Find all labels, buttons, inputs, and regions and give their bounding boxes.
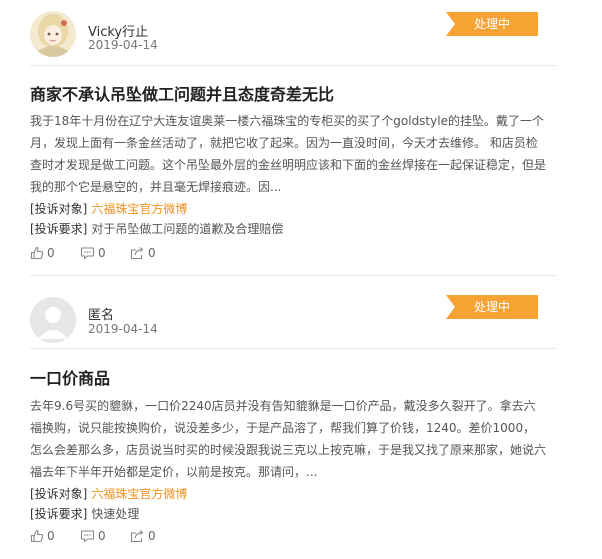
username[interactable]: 匿名 (88, 304, 114, 323)
divider (30, 65, 556, 66)
share-icon (130, 247, 144, 260)
comment-count: 0 (98, 529, 106, 543)
complaint-request: 快速处理 (91, 507, 140, 521)
share-icon (130, 530, 144, 543)
complaint-request-row: [投诉要求] 对于吊坠做工问题的道歉及合理赔偿 (30, 220, 283, 237)
thumbs-up-icon (30, 246, 44, 260)
complaint-target-row: [投诉对象] 六福珠宝官方微博 (30, 200, 187, 217)
like-button[interactable]: 0 (30, 529, 80, 543)
post-date: 2019-04-14 (88, 38, 158, 52)
complaint-request-row: [投诉要求] 快速处理 (30, 505, 139, 522)
complaint-body[interactable]: 我于18年十月份在辽宁大连友谊奥莱一楼六福珠宝的专柜买的买了个goldstyle… (30, 110, 546, 198)
comment-button[interactable]: 0 (80, 529, 130, 543)
complaint-request: 对于吊坠做工问题的道歉及合理赔偿 (91, 222, 284, 236)
comment-icon (80, 530, 95, 543)
avatar[interactable] (30, 11, 76, 57)
complaint-target-label: [投诉对象] (30, 487, 88, 501)
like-count: 0 (47, 529, 55, 543)
like-count: 0 (47, 246, 55, 260)
thumbs-up-icon (30, 529, 44, 543)
complaint-card: Vicky行止 2019-04-14 处理中 商家不承认吊坠做工问题并且态度奇差… (0, 0, 602, 282)
share-count: 0 (148, 246, 156, 260)
divider (30, 348, 556, 349)
comment-count: 0 (98, 246, 106, 260)
avatar[interactable] (30, 297, 76, 343)
complaint-target-label: [投诉对象] (30, 202, 88, 216)
action-bar: 0 0 0 (30, 246, 180, 260)
comment-icon (80, 247, 95, 260)
complaint-card: 匿名 2019-04-14 处理中 一口价商品 去年9.6号买的貔貅，一口价22… (0, 290, 602, 559)
share-button[interactable]: 0 (130, 529, 180, 543)
complaint-target-row: [投诉对象] 六福珠宝官方微博 (30, 485, 187, 502)
complaint-target-link[interactable]: 六福珠宝官方微博 (91, 202, 187, 216)
complaint-title[interactable]: 商家不承认吊坠做工问题并且态度奇差无比 (30, 81, 334, 105)
like-button[interactable]: 0 (30, 246, 80, 260)
complaint-body[interactable]: 去年9.6号买的貔貅，一口价2240店员并没有告知貔貅是一口价产品，戴没多久裂开… (30, 395, 546, 483)
comment-button[interactable]: 0 (80, 246, 130, 260)
card-separator (30, 275, 556, 276)
share-button[interactable]: 0 (130, 246, 180, 260)
share-count: 0 (148, 529, 156, 543)
post-date: 2019-04-14 (88, 322, 158, 336)
status-badge: 处理中 (446, 12, 538, 36)
complaint-title[interactable]: 一口价商品 (30, 365, 110, 389)
complaint-request-label: [投诉要求] (30, 222, 88, 236)
complaint-request-label: [投诉要求] (30, 507, 88, 521)
action-bar: 0 0 0 (30, 529, 180, 543)
complaint-target-link[interactable]: 六福珠宝官方微博 (91, 487, 187, 501)
status-badge: 处理中 (446, 295, 538, 319)
